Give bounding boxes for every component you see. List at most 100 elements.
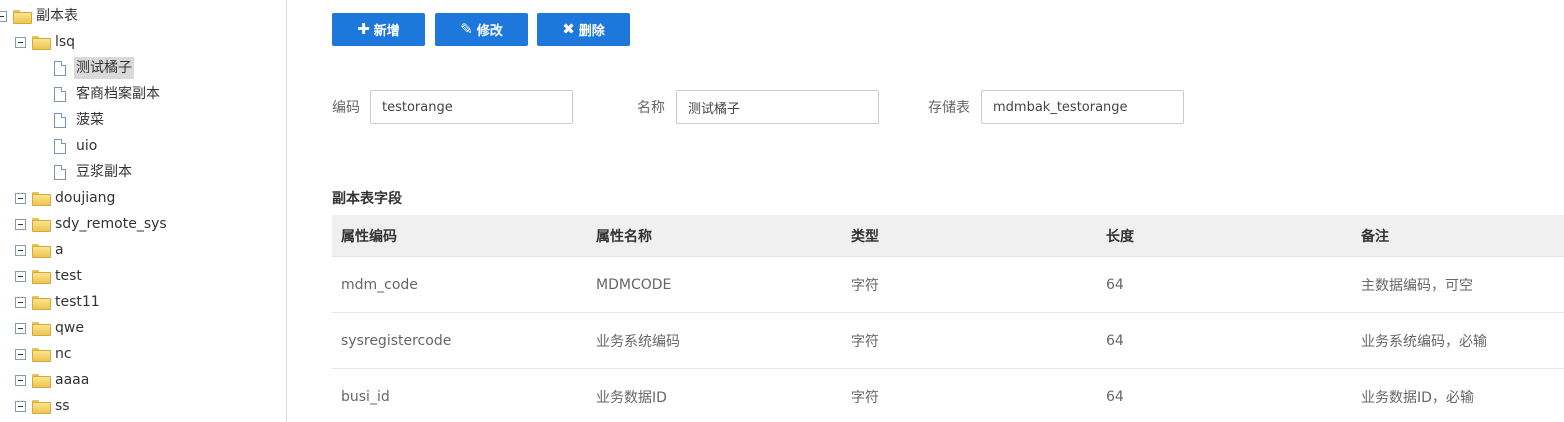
column-header[interactable]: 备注 [1352,226,1564,246]
code-input[interactable] [370,90,573,124]
tree-node-lsq[interactable]: lsq [15,31,77,53]
tree-node-label[interactable]: 豆浆副本 [74,161,134,183]
edit-button[interactable]: ✎ 修改 [435,13,528,46]
tree-node-aaaa[interactable]: aaaa [15,369,91,391]
fields-table: 属性编码 属性名称 类型 长度 备注 mdm_code MDMCODE 字符 6… [332,215,1564,422]
folder-icon [32,322,51,336]
collapse-toggle-icon[interactable] [15,244,26,256]
table-cell: 64 [1106,332,1124,349]
tree-panel: 副本表 lsq 测试橘子 客商档案副本 菠菜 uio 豆浆副本 doujiang… [0,0,287,422]
tree-node-doujiang[interactable]: doujiang [15,187,117,209]
tree-node-a[interactable]: a [15,239,66,261]
tree-leaf-keshang[interactable]: 客商档案副本 [54,83,162,105]
tree-node-test11[interactable]: test11 [15,291,102,313]
folder-icon [32,296,51,310]
table-cell: busi_id [341,388,390,405]
column-header[interactable]: 长度 [1097,226,1352,246]
tree-node-qwe[interactable]: qwe [15,317,86,339]
tree-node-sdy-remote-sys[interactable]: sdy_remote_sys [15,213,169,235]
tree-node-label[interactable]: ss [53,395,72,417]
tree-node-label[interactable]: uio [74,135,99,157]
table-cell: 64 [1106,388,1124,405]
table-cell: sysregistercode [341,332,452,349]
delete-button[interactable]: ✖ 删除 [537,13,630,46]
table-cell: 业务数据ID [596,389,667,406]
table-cell: 字符 [851,277,879,294]
folder-icon [32,348,51,362]
table-cell: 业务系统编码 [596,333,680,350]
pencil-icon: ✎ [460,20,473,38]
folder-open-icon [13,10,32,24]
file-icon [54,138,66,154]
table-cell: 字符 [851,333,879,350]
collapse-toggle-icon[interactable] [15,218,26,230]
column-header[interactable]: 属性名称 [587,226,842,246]
file-icon [54,86,66,102]
folder-icon [32,400,51,414]
tree-node-label[interactable]: a [53,239,66,261]
column-header[interactable]: 类型 [842,226,1097,246]
edit-button-label: 修改 [476,24,503,39]
code-label: 编码 [332,100,360,116]
tree-node-label[interactable]: 客商档案副本 [74,83,162,105]
table-cell: mdm_code [341,276,418,293]
tree-node-root[interactable]: 副本表 [0,5,80,27]
tree-leaf-ceshijuzi[interactable]: 测试橘子 [54,57,134,79]
name-input[interactable] [676,90,879,124]
tree-node-label[interactable]: test11 [53,291,102,313]
tree-leaf-doujiang-copy[interactable]: 豆浆副本 [54,161,134,183]
collapse-toggle-icon[interactable] [15,192,26,204]
section-title: 副本表字段 [332,191,402,207]
tree-node-label[interactable]: sdy_remote_sys [53,213,169,235]
file-icon [54,164,66,180]
storage-table-input[interactable] [981,90,1184,124]
tree-node-label[interactable]: nc [53,343,74,365]
tree-leaf-bocai[interactable]: 菠菜 [54,109,106,131]
table-cell: 64 [1106,276,1124,293]
table-cell: MDMCODE [596,276,672,293]
collapse-toggle-icon[interactable] [15,374,26,386]
tree-node-label[interactable]: lsq [53,31,77,53]
add-button-label: 新增 [373,24,400,39]
folder-open-icon [32,36,51,50]
plus-icon: ✚ [357,20,370,38]
tree-node-label[interactable]: test [53,265,84,287]
add-button[interactable]: ✚ 新增 [332,13,425,46]
table-row[interactable]: busi_id 业务数据ID 字符 64 业务数据ID，必输 [332,369,1564,422]
tree-node-label[interactable]: 副本表 [34,5,80,27]
table-cell: 主数据编码，可空 [1361,277,1473,294]
collapse-toggle-icon[interactable] [15,296,26,308]
tree-leaf-uio[interactable]: uio [54,135,99,157]
tree-node-label[interactable]: aaaa [53,369,91,391]
table-row[interactable]: sysregistercode 业务系统编码 字符 64 业务系统编码，必输 [332,313,1564,369]
name-label: 名称 [637,100,665,116]
table-row[interactable]: mdm_code MDMCODE 字符 64 主数据编码，可空 [332,257,1564,313]
column-header[interactable]: 属性编码 [332,226,587,246]
collapse-toggle-icon[interactable] [0,10,7,22]
tree-node-nc[interactable]: nc [15,343,74,365]
tree-node-label[interactable]: 测试橘子 [74,57,134,79]
tree-node-label[interactable]: qwe [53,317,86,339]
close-icon: ✖ [562,20,575,38]
file-icon [54,112,66,128]
collapse-toggle-icon[interactable] [15,36,26,48]
collapse-toggle-icon[interactable] [15,400,26,412]
delete-button-label: 删除 [578,24,605,39]
table-header: 属性编码 属性名称 类型 长度 备注 [332,215,1564,257]
table-cell: 业务数据ID，必输 [1361,389,1474,406]
collapse-toggle-icon[interactable] [15,348,26,360]
folder-icon [32,192,51,206]
tree-node-label[interactable]: 菠菜 [74,109,106,131]
table-cell: 业务系统编码，必输 [1361,333,1487,350]
file-icon [54,60,66,76]
storage-table-label: 存储表 [928,100,970,116]
folder-icon [32,218,51,232]
tree-node-ss[interactable]: ss [15,395,72,417]
tree-node-test[interactable]: test [15,265,84,287]
tree-node-label[interactable]: doujiang [53,187,117,209]
table-cell: 字符 [851,389,879,406]
collapse-toggle-icon[interactable] [15,270,26,282]
collapse-toggle-icon[interactable] [15,322,26,334]
folder-icon [32,244,51,258]
folder-icon [32,374,51,388]
